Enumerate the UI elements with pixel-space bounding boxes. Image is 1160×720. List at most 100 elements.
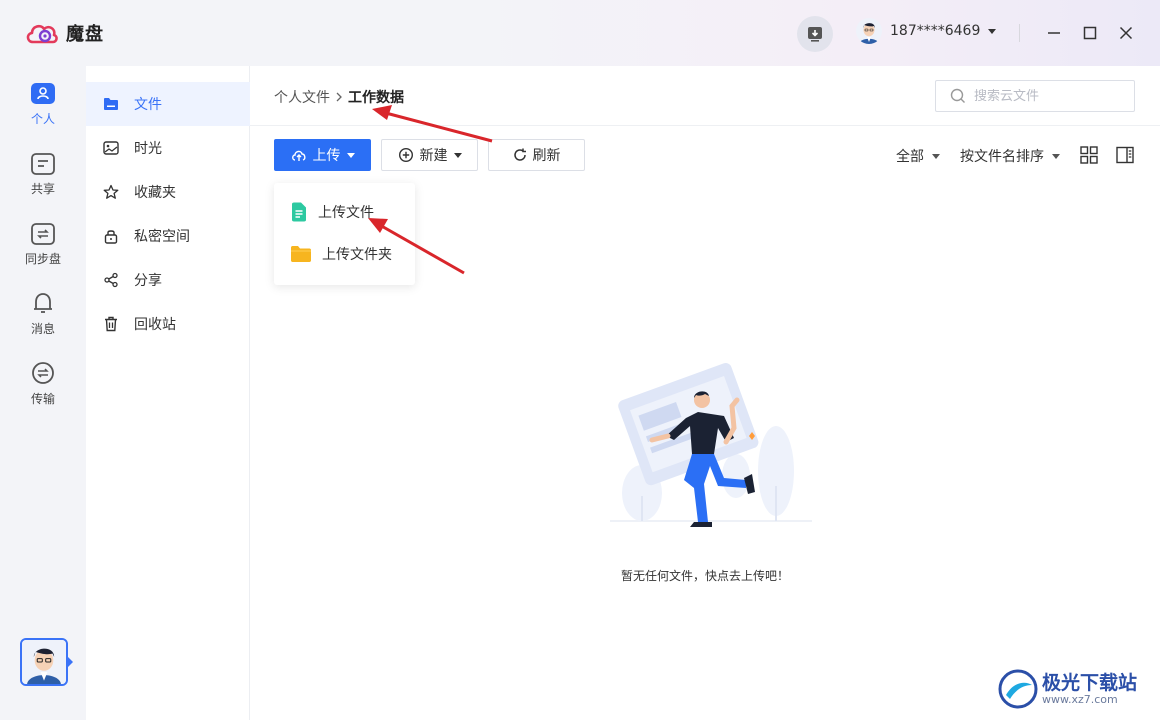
breadcrumb-root[interactable]: 个人文件 [274, 87, 330, 107]
menu-item-upload-file[interactable]: 上传文件 [274, 193, 415, 231]
sync-icon [31, 223, 55, 245]
rail-item-sync[interactable]: 同步盘 [0, 222, 86, 282]
menu-item-label: 上传文件夹 [322, 247, 392, 263]
watermark-url: www.xz7.com [1042, 692, 1118, 706]
rail-label: 同步盘 [24, 252, 61, 266]
app-logo: 魔盘 [24, 20, 104, 46]
person-icon [31, 83, 55, 104]
photo-icon [103, 141, 119, 155]
lock-icon [104, 230, 118, 244]
main-panel: 个人文件 工作数据 上传 新建 刷新 全部 按文件名排 [250, 66, 1160, 720]
rail-item-personal[interactable]: 个人 [0, 82, 86, 142]
sidebar-item-moments[interactable]: 时光 [86, 126, 250, 170]
menu-item-upload-folder[interactable]: 上传文件夹 [274, 235, 415, 273]
rail-item-messages[interactable]: 消息 [0, 290, 86, 350]
new-label: 新建 [419, 148, 448, 164]
grid-view-button[interactable] [1079, 145, 1099, 165]
sidebar-item-label: 私密空间 [134, 229, 190, 245]
sidebar-item-label: 收藏夹 [134, 185, 176, 201]
toolbar: 上传 新建 刷新 [274, 139, 585, 171]
main-header: 个人文件 工作数据 [250, 66, 1160, 126]
chevron-down-icon [932, 153, 940, 159]
upload-label: 上传 [312, 148, 341, 164]
sort-filter-label: 按文件名排序 [960, 149, 1044, 165]
cloud-upload-icon [291, 150, 305, 161]
sidebar-item-label: 文件 [134, 97, 162, 113]
user-menu[interactable]: 187****6469 [856, 18, 997, 44]
sidebar-item-label: 回收站 [134, 317, 176, 333]
rail-label: 共享 [30, 182, 55, 196]
close-button[interactable] [1115, 22, 1137, 44]
rail-item-transfer[interactable]: 传输 [0, 360, 86, 420]
filters: 全部 按文件名排序 [896, 146, 1060, 166]
minimize-icon [1048, 32, 1060, 34]
trash-icon [105, 316, 117, 332]
upload-button[interactable]: 上传 [274, 139, 371, 171]
grid-view-icon [1080, 146, 1098, 164]
folder-icon [104, 98, 118, 110]
sidebar-item-label: 时光 [134, 141, 162, 157]
bell-icon [34, 293, 52, 313]
title-bar: 魔盘 187****6469 [0, 0, 1160, 66]
refresh-icon [513, 148, 526, 161]
sidebar-item-private-space[interactable]: 私密空间 [86, 214, 250, 258]
profile-avatar-button[interactable] [20, 638, 68, 686]
rail-item-shared[interactable]: 共享 [0, 152, 86, 212]
watermark-name: 极光下载站 [1042, 671, 1138, 694]
upload-dropdown-menu: 上传文件 上传文件夹 [274, 183, 415, 285]
rail-label: 传输 [30, 392, 55, 406]
download-icon [808, 27, 822, 42]
watermark-logo-icon [998, 669, 1038, 709]
sidebar: 文件 时光 收藏夹 私密空间 分享 回收站 [86, 66, 250, 720]
sidebar-item-share[interactable]: 分享 [86, 258, 250, 302]
breadcrumb-current: 工作数据 [348, 90, 404, 106]
share-folder-icon [31, 153, 55, 175]
search-icon [950, 88, 965, 103]
transfer-icon [32, 362, 54, 384]
sort-filter[interactable]: 按文件名排序 [960, 146, 1060, 166]
file-icon [292, 202, 306, 222]
share-icon [104, 272, 118, 288]
avatar-icon [22, 640, 66, 684]
chevron-down-icon [988, 28, 997, 34]
maximize-icon [1083, 26, 1097, 40]
folder-icon [291, 246, 311, 262]
close-icon [1119, 26, 1133, 40]
refresh-label: 刷新 [532, 148, 561, 164]
avatar-icon [856, 18, 882, 44]
title-separator [1019, 24, 1020, 42]
search-box[interactable] [935, 80, 1135, 112]
watermark: 极光下载站 www.xz7.com [998, 664, 1154, 714]
sidebar-item-favorites[interactable]: 收藏夹 [86, 170, 250, 214]
maximize-button[interactable] [1079, 22, 1101, 44]
star-icon [103, 184, 119, 199]
chevron-down-icon [346, 152, 355, 158]
chevron-down-icon [453, 152, 462, 158]
scope-filter[interactable]: 全部 [896, 146, 940, 166]
app-name: 魔盘 [66, 24, 104, 45]
left-rail: 个人 共享 同步盘 消息 传输 [0, 66, 86, 720]
plus-circle-icon [398, 147, 413, 163]
rail-label: 消息 [30, 322, 55, 336]
empty-state-illustration [610, 363, 812, 527]
sidebar-item-files[interactable]: 文件 [86, 82, 250, 126]
scope-filter-label: 全部 [896, 149, 924, 165]
user-avatar [856, 18, 882, 44]
user-phone: 187****6469 [890, 23, 981, 39]
rail-label: 个人 [30, 112, 55, 126]
side-panel-icon [1116, 146, 1134, 164]
detail-panel-button[interactable] [1115, 145, 1135, 165]
refresh-button[interactable]: 刷新 [488, 139, 585, 171]
chevron-down-icon [1052, 153, 1060, 159]
cloud-logo-icon [26, 24, 58, 44]
breadcrumb: 个人文件 工作数据 [274, 87, 404, 107]
empty-state-text: 暂无任何文件，快点去上传吧！ [620, 569, 789, 583]
search-input[interactable] [974, 88, 1114, 104]
minimize-button[interactable] [1043, 22, 1065, 44]
download-manager-button[interactable] [797, 16, 833, 52]
sidebar-item-trash[interactable]: 回收站 [86, 302, 250, 346]
chevron-right-icon [336, 92, 342, 102]
new-button[interactable]: 新建 [381, 139, 478, 171]
sidebar-item-label: 分享 [134, 273, 162, 289]
avatar-arrow-indicator [68, 657, 73, 667]
